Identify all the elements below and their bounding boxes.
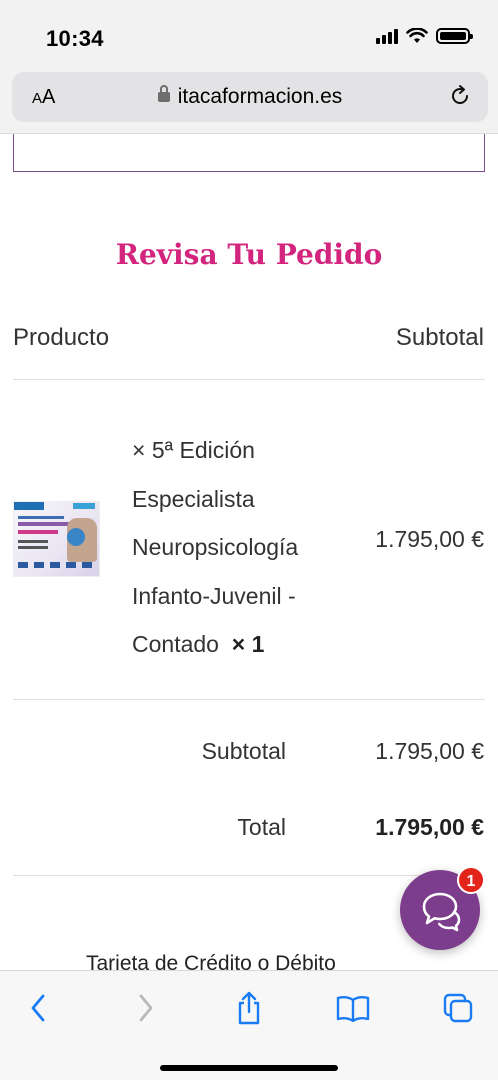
column-header-product: Producto [13, 324, 110, 351]
forward-button[interactable] [126, 991, 166, 1025]
battery-icon [436, 28, 473, 44]
page-content: Revisa Tu Pedido Producto Subtotal × 5ª … [0, 134, 498, 970]
divider [13, 875, 485, 876]
product-title: × 5ª Edición Especialista Neuropsicologí… [132, 437, 299, 657]
forward-icon [139, 994, 153, 1022]
tabs-button[interactable] [438, 991, 478, 1025]
browser-address-area: AA itacaformacion.es [0, 70, 498, 134]
product-name: × 5ª Edición Especialista Neuropsicologí… [132, 426, 342, 669]
chat-notification-badge: 1 [457, 866, 485, 894]
divider [13, 699, 485, 700]
url-field[interactable]: itacaformacion.es [12, 85, 488, 109]
status-time: 10:34 [46, 26, 104, 51]
divider [13, 379, 485, 380]
bookmarks-icon [336, 995, 370, 1022]
status-icons [376, 28, 473, 44]
reload-icon[interactable] [448, 84, 472, 108]
status-bar: 10:34 [0, 0, 498, 70]
product-quantity: × 1 [231, 631, 265, 657]
cellular-signal-icon [376, 28, 398, 44]
back-icon [31, 994, 45, 1022]
total-value: 1.795,00 € [375, 814, 484, 840]
browser-toolbar [0, 970, 498, 1080]
url-text: itacaformacion.es [177, 85, 343, 108]
product-thumbnail [13, 501, 100, 577]
lock-icon [157, 85, 170, 102]
form-box-bottom-edge [13, 134, 485, 172]
order-review-heading: Revisa Tu Pedido [115, 238, 383, 271]
back-button[interactable] [18, 991, 58, 1025]
subtotal-value: 1.795,00 € [375, 738, 484, 764]
total-label: Total [237, 814, 286, 840]
chat-bubbles-icon [422, 892, 461, 932]
share-button[interactable] [229, 991, 269, 1025]
home-indicator[interactable] [160, 1065, 338, 1071]
column-header-subtotal: Subtotal [395, 324, 484, 351]
address-bar[interactable]: AA itacaformacion.es [12, 72, 488, 122]
product-price: 1.795,00 € [375, 526, 484, 552]
wifi-icon [406, 28, 428, 43]
tabs-icon [443, 993, 473, 1023]
share-icon [238, 991, 260, 1025]
payment-method-label[interactable]: Tarjeta de Crédito o Débito [86, 952, 336, 970]
subtotal-label: Subtotal [201, 738, 286, 764]
bookmarks-button[interactable] [333, 991, 373, 1025]
